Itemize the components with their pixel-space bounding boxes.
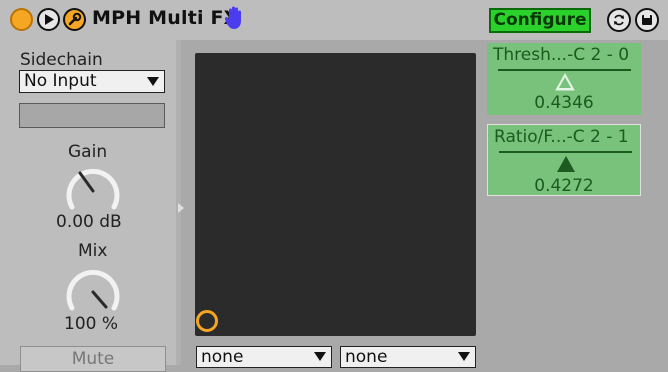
xy-pad-handle[interactable]: [196, 310, 218, 332]
sidechain-input-select[interactable]: No Input: [19, 70, 165, 93]
triangle-filled-icon: [557, 156, 575, 172]
sidechain-label: Sidechain: [20, 50, 103, 70]
hot-swap-icon[interactable]: [607, 8, 631, 32]
xy-y-assign-value: none: [345, 347, 388, 367]
device-on-toggle[interactable]: [10, 8, 33, 31]
macro-value: 0.4346: [534, 93, 594, 113]
device-title[interactable]: MPH Multi FX: [92, 7, 239, 29]
expand-arrow-icon[interactable]: [178, 203, 184, 213]
macro-bar: [499, 151, 632, 153]
dropdown-arrow-icon: [314, 352, 326, 361]
device-window: MPH Multi FX Configure Sidechain No Inpu…: [0, 0, 668, 372]
save-icon[interactable]: [635, 8, 659, 32]
macro-name: Ratio/F...-C 2 - 1: [494, 127, 629, 147]
dropdown-arrow-icon: [147, 77, 159, 86]
xy-pad[interactable]: [195, 53, 476, 336]
triangle-outline-icon: [555, 73, 575, 91]
gain-value[interactable]: 0.00 dB: [56, 212, 122, 232]
xy-x-assign-value: none: [201, 347, 244, 367]
mix-label: Mix: [78, 241, 108, 261]
gain-label: Gain: [68, 142, 108, 162]
macro-control-threshold[interactable]: Thresh...-C 2 - 0 0.4346: [487, 43, 641, 115]
gain-knob[interactable]: [61, 161, 125, 215]
dropdown-arrow-icon: [458, 352, 470, 361]
mix-value[interactable]: 100 %: [64, 314, 118, 334]
left-control-panel: Sidechain No Input Gain 0.00 dB Mix 100 …: [0, 40, 176, 372]
play-icon[interactable]: [37, 8, 60, 31]
sidechain-input-value: No Input: [24, 71, 97, 91]
hand-icon: [224, 6, 246, 34]
macro-control-ratio[interactable]: Ratio/F...-C 2 - 1 0.4272: [487, 124, 641, 196]
device-title-bar: MPH Multi FX Configure: [0, 0, 668, 40]
wrench-icon[interactable]: [63, 8, 86, 31]
sidechain-channel-field[interactable]: [19, 103, 165, 128]
configure-button[interactable]: Configure: [489, 8, 591, 33]
macro-bar: [498, 69, 631, 71]
macro-name: Thresh...-C 2 - 0: [493, 45, 630, 65]
mute-button[interactable]: Mute: [20, 346, 166, 372]
mix-knob[interactable]: [61, 262, 125, 316]
macro-value: 0.4272: [534, 176, 594, 196]
